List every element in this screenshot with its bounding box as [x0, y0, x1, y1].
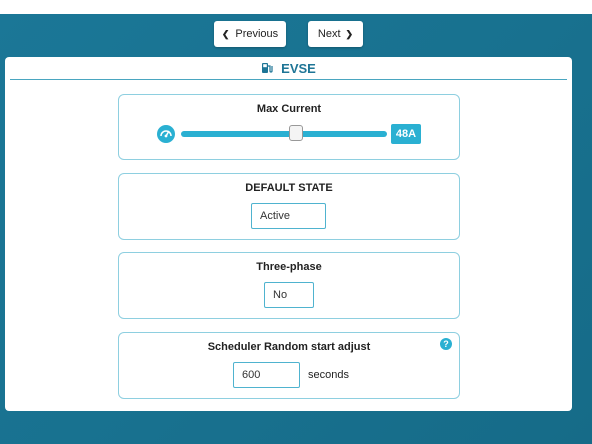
help-icon[interactable]: ? — [440, 338, 452, 350]
default-state-title: DEFAULT STATE — [245, 182, 333, 194]
next-label: Next — [317, 28, 341, 40]
default-state-select[interactable]: Active — [251, 203, 326, 229]
previous-button[interactable]: ❮ Previous — [214, 21, 286, 47]
chevron-right-icon: ❯ — [345, 28, 354, 39]
panel-header: EVSE — [10, 57, 567, 80]
previous-label: Previous — [235, 28, 279, 40]
scheduler-input[interactable]: 600 — [233, 362, 300, 388]
default-state-card: DEFAULT STATE Active — [118, 173, 460, 240]
scheduler-card: Scheduler Random start adjust ? 600 seco… — [118, 332, 460, 399]
scheduler-title: Scheduler Random start adjust — [207, 341, 371, 353]
three-phase-card: Three-phase No — [118, 252, 460, 319]
max-current-card: Max Current 48A — [118, 94, 460, 160]
panel-title: EVSE — [281, 60, 316, 76]
chevron-left-icon: ❮ — [221, 28, 230, 39]
three-phase-title: Three-phase — [256, 261, 322, 273]
max-current-value-badge: 48A — [391, 124, 421, 144]
wizard-nav: ❮ Previous Next ❯ — [0, 21, 592, 47]
gauge-icon — [157, 125, 175, 143]
slider-thumb[interactable] — [288, 125, 303, 141]
three-phase-select[interactable]: No — [264, 282, 314, 308]
scheduler-unit: seconds — [308, 369, 349, 381]
max-current-title: Max Current — [256, 103, 322, 115]
max-current-slider[interactable] — [181, 125, 387, 141]
ev-charger-icon — [262, 63, 273, 73]
next-button[interactable]: Next ❯ — [308, 21, 363, 47]
evse-panel: EVSE Max Current 48A DEFAULT STATE Activ… — [5, 57, 572, 411]
